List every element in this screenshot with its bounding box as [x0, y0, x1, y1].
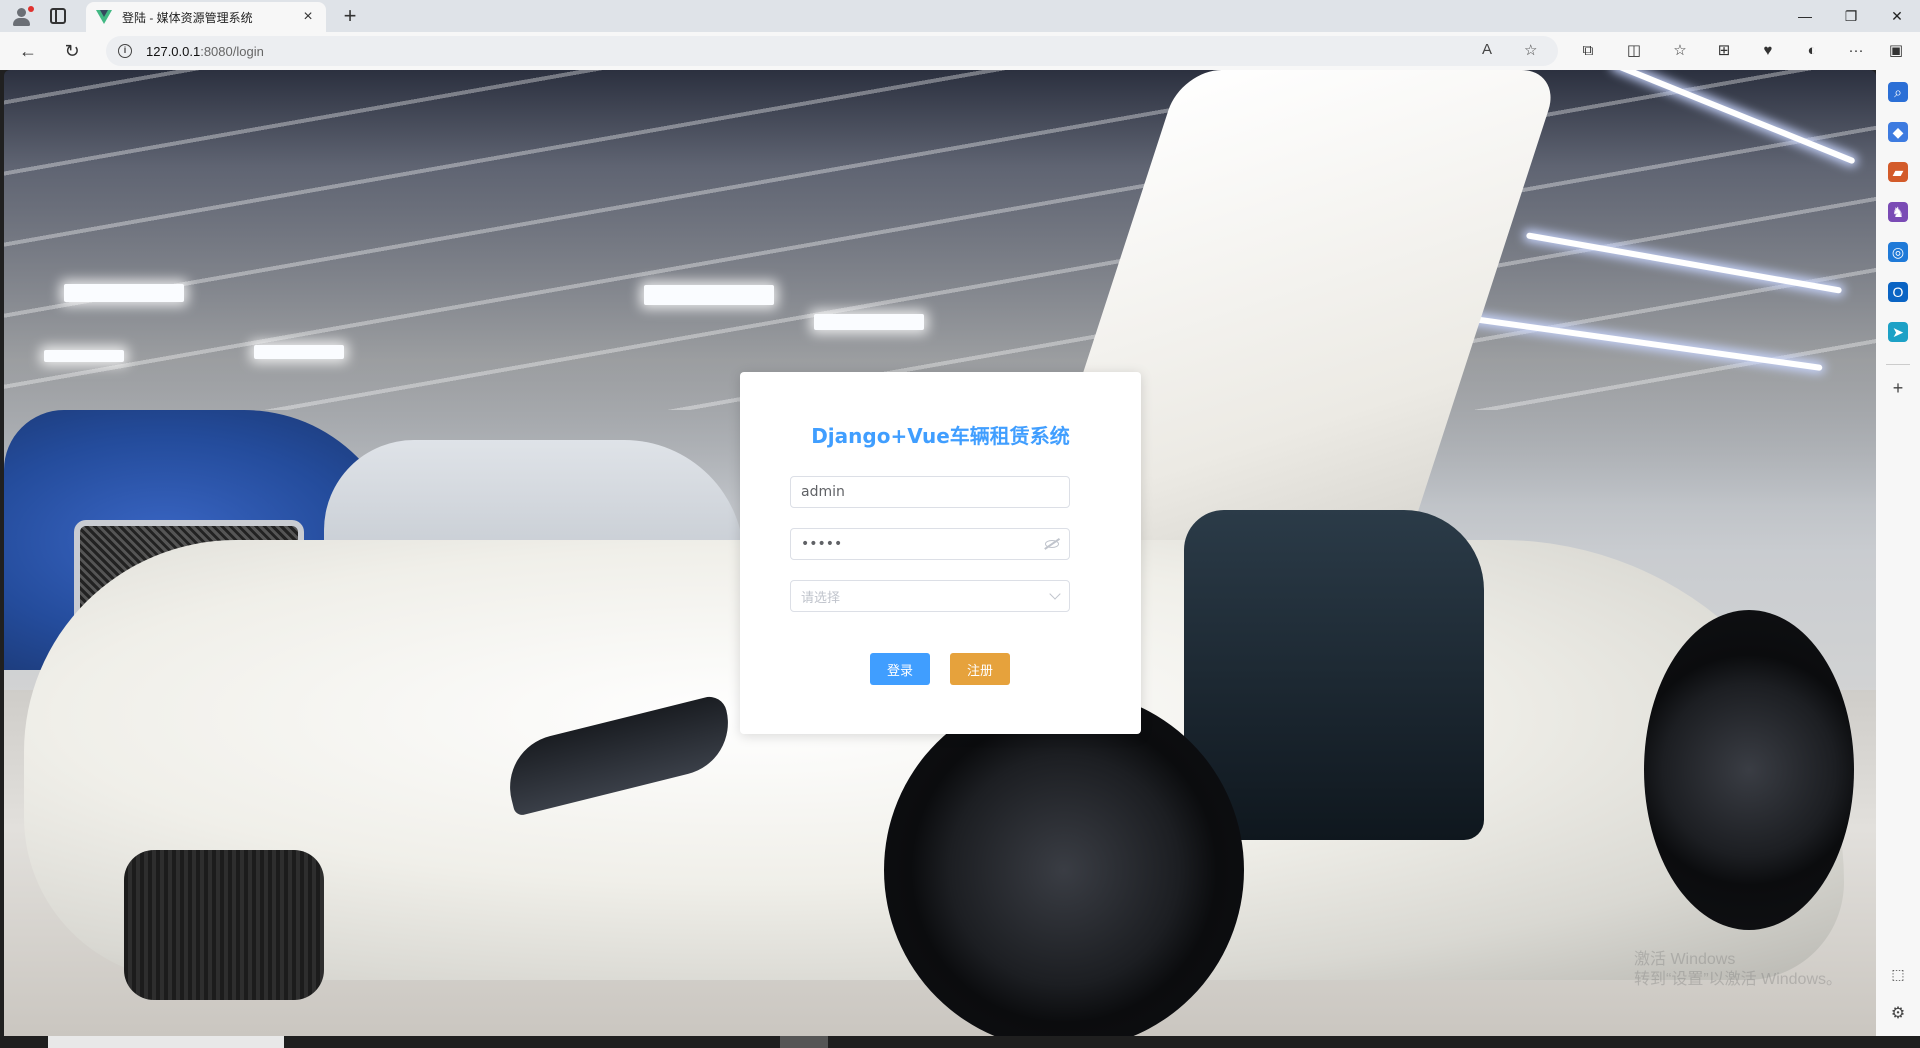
background-front-wheel: [884, 690, 1244, 1036]
back-button[interactable]: ←: [14, 39, 42, 63]
password-value: •••••: [801, 536, 843, 552]
login-card: Django+Vue车辆租赁系统 admin ••••• 请选择 登录 注册: [740, 372, 1141, 734]
office-icon[interactable]: ◎: [1888, 242, 1908, 262]
active-browser-tab[interactable]: 登陆 - 媒体资源管理系统 ×: [86, 2, 326, 32]
window-close-button[interactable]: ✕: [1874, 4, 1920, 28]
background-air-intake: [124, 850, 324, 1000]
login-button[interactable]: 登录: [870, 653, 930, 685]
read-aloud-icon[interactable]: A: [1482, 41, 1492, 58]
username-field[interactable]: admin: [790, 476, 1070, 508]
background-car-cabin: [1184, 510, 1484, 840]
extensions-icon[interactable]: ⧉: [1578, 41, 1598, 61]
favorite-star-icon[interactable]: ☆: [1524, 41, 1537, 59]
send-icon[interactable]: ➤: [1888, 322, 1908, 342]
password-field[interactable]: •••••: [790, 528, 1070, 560]
role-select[interactable]: 请选择: [790, 580, 1070, 612]
ceiling-light: [644, 285, 774, 305]
sidebar-divider: [1886, 364, 1910, 365]
url-host: 127.0.0.1: [146, 43, 201, 59]
ceiling-light: [814, 314, 924, 330]
address-bar[interactable]: i 127.0.0.1 :8080/login A ☆: [106, 36, 1558, 66]
taskbar-item[interactable]: [780, 1036, 828, 1048]
outlook-icon[interactable]: O: [1888, 282, 1908, 302]
taskbar-item[interactable]: [48, 1036, 284, 1048]
background-rear-wheel: [1644, 610, 1854, 930]
add-sidebar-app-icon[interactable]: +: [1888, 378, 1908, 398]
ceiling-light: [44, 350, 124, 362]
collections-icon[interactable]: ⊞: [1714, 41, 1734, 61]
role-select-placeholder: 请选择: [801, 590, 841, 606]
new-tab-button[interactable]: +: [338, 4, 362, 28]
ceiling-light: [64, 284, 184, 302]
refresh-button[interactable]: ↻: [58, 39, 86, 63]
login-title: Django+Vue车辆租赁系统: [811, 424, 1070, 448]
tab-close-icon[interactable]: ×: [300, 8, 316, 26]
windows-activation-watermark: 激活 Windows 转到“设置”以激活 Windows。: [1634, 950, 1842, 990]
watermark-line-2: 转到“设置”以激活 Windows。: [1634, 971, 1843, 988]
games-icon[interactable]: ♞: [1888, 202, 1908, 222]
chevron-down-icon: [1049, 588, 1061, 600]
watermark-line-1: 激活 Windows: [1634, 951, 1736, 968]
restore-button[interactable]: ❐: [1828, 4, 1874, 28]
password-visibility-icon[interactable]: [1045, 540, 1059, 548]
background-ceiling: [4, 70, 1876, 410]
screenshot-icon[interactable]: ⬚: [1888, 964, 1908, 984]
more-icon[interactable]: ···: [1846, 41, 1866, 61]
minimize-button[interactable]: —: [1782, 4, 1828, 28]
tab-title: 登陆 - 媒体资源管理系统: [122, 10, 253, 25]
tools-icon[interactable]: ▰: [1888, 162, 1908, 182]
split-screen-icon[interactable]: ◫: [1624, 41, 1644, 61]
settings-gear-icon[interactable]: ⚙: [1888, 1004, 1908, 1024]
sidebar-toggle-icon[interactable]: ▣: [1886, 41, 1906, 61]
tab-actions-icon[interactable]: [50, 8, 66, 24]
browser-toolbar: ← ↻ i 127.0.0.1 :8080/login A ☆ ⧉ ◫ ☆ ⊞ …: [0, 32, 1920, 70]
os-taskbar: [0, 1036, 1920, 1048]
copilot-icon[interactable]: ◐: [1802, 41, 1822, 61]
register-button[interactable]: 注册: [950, 653, 1010, 685]
favorites-icon[interactable]: ☆: [1670, 41, 1690, 61]
url-path: :8080/login: [200, 43, 264, 59]
site-info-icon[interactable]: i: [118, 44, 132, 58]
browser-sidebar: ⌕ ◆ ▰ ♞ ◎ O ➤ + ⬚ ⚙: [1876, 70, 1920, 1048]
shopping-icon[interactable]: ◆: [1888, 122, 1908, 142]
vue-logo-icon: [96, 10, 112, 24]
profile-avatar-icon[interactable]: [10, 5, 34, 27]
performance-icon[interactable]: ♥: [1758, 41, 1778, 61]
username-value: admin: [801, 484, 845, 500]
search-icon[interactable]: ⌕: [1888, 82, 1908, 102]
browser-tab-strip: 登陆 - 媒体资源管理系统 × + — ❐ ✕: [0, 0, 1920, 32]
ceiling-light: [254, 345, 344, 359]
